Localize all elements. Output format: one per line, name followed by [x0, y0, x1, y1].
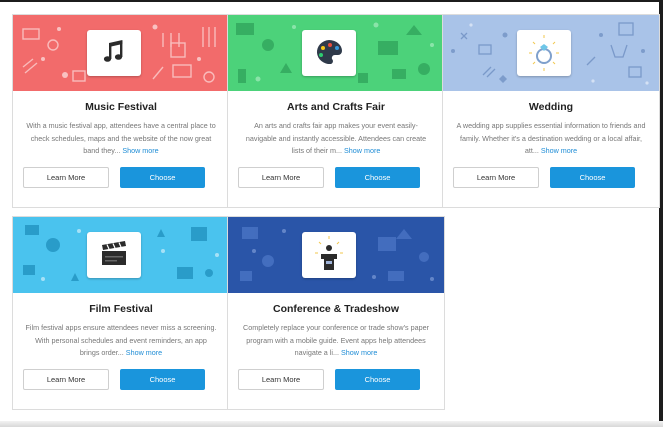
music-note-icon: [103, 40, 123, 62]
card-banner: [13, 15, 229, 91]
card-title: Film Festival: [89, 303, 153, 315]
template-card-film-festival: Film Festival Film festival apps ensure …: [12, 216, 230, 410]
show-more-link[interactable]: Show more: [122, 146, 158, 155]
choose-button[interactable]: Choose: [335, 369, 420, 390]
card-banner: [228, 217, 444, 293]
learn-more-button[interactable]: Learn More: [238, 167, 324, 188]
show-more-link[interactable]: Show more: [541, 146, 577, 155]
card-banner: [228, 15, 444, 91]
window-bottom-edge: [0, 421, 663, 427]
ring-icon-tile: [517, 30, 571, 76]
podium-icon-tile: [302, 232, 356, 278]
window-top-edge: [0, 0, 663, 2]
choose-button[interactable]: Choose: [335, 167, 420, 188]
card-description: Completely replace your conference or tr…: [240, 322, 432, 360]
card-banner: [13, 217, 229, 293]
palette-icon: [316, 40, 342, 65]
clapperboard-icon: [102, 241, 126, 265]
card-description: A wedding app supplies essential informa…: [455, 120, 647, 158]
card-description: Film festival apps ensure attendees neve…: [25, 322, 217, 360]
card-description-text: Completely replace your conference or tr…: [243, 323, 429, 357]
card-description-text: Film festival apps ensure attendees neve…: [25, 323, 217, 357]
choose-button[interactable]: Choose: [120, 369, 205, 390]
choose-button[interactable]: Choose: [120, 167, 205, 188]
card-title: Wedding: [528, 101, 574, 113]
card-description: An arts and crafts fair app makes your e…: [240, 120, 432, 158]
learn-more-button[interactable]: Learn More: [453, 167, 539, 188]
card-title: Arts and Crafts Fair: [286, 101, 386, 113]
ring-icon: [529, 35, 559, 71]
template-card-conference-tradeshow: Conference & Tradeshow Completely replac…: [227, 216, 445, 410]
show-more-link[interactable]: Show more: [341, 348, 377, 357]
card-description-text: An arts and crafts fair app makes your e…: [245, 121, 427, 155]
music-note-icon-tile: [87, 30, 141, 76]
palette-icon-tile: [302, 30, 356, 76]
card-title: Conference & Tradeshow: [272, 303, 400, 315]
learn-more-button[interactable]: Learn More: [238, 369, 324, 390]
podium-icon: [315, 236, 343, 270]
card-banner: [443, 15, 659, 91]
template-card-arts-and-crafts-fair: Arts and Crafts Fair An arts and crafts …: [227, 14, 445, 208]
card-description-text: With a music festival app, attendees hav…: [26, 121, 216, 155]
card-title: Music Festival: [85, 101, 157, 113]
clapperboard-icon-tile: [87, 232, 141, 278]
learn-more-button[interactable]: Learn More: [23, 369, 109, 390]
template-card-music-festival: Music Festival With a music festival app…: [12, 14, 230, 208]
learn-more-button[interactable]: Learn More: [23, 167, 109, 188]
template-card-wedding: Wedding A wedding app supplies essential…: [442, 14, 660, 208]
card-description: With a music festival app, attendees hav…: [25, 120, 217, 158]
show-more-link[interactable]: Show more: [126, 348, 162, 357]
show-more-link[interactable]: Show more: [344, 146, 380, 155]
choose-button[interactable]: Choose: [550, 167, 635, 188]
